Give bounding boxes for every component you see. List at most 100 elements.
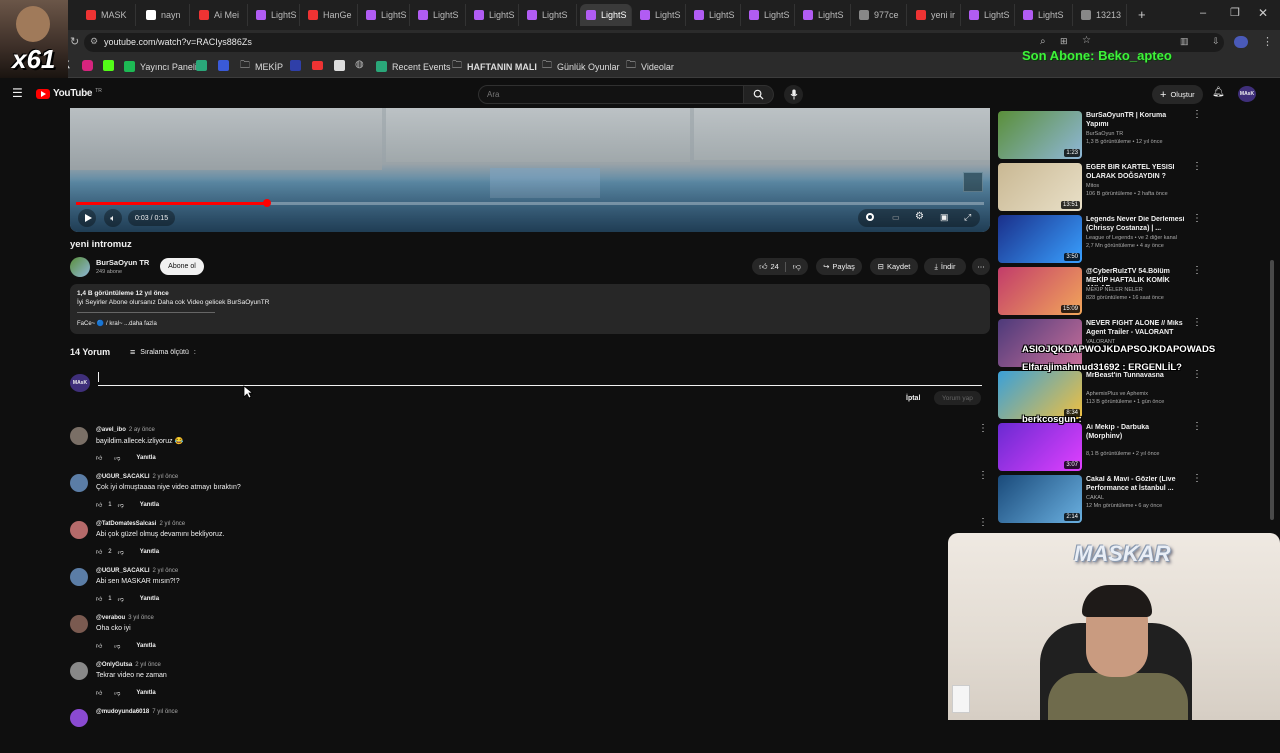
recommended-title[interactable]: NEVER FIGHT ALONE // Miks Agent Trailer …	[1086, 320, 1186, 337]
recommended-title[interactable]: BurSaOyunTR | Koruma Yapımı	[1086, 112, 1186, 129]
video-player[interactable]: 🔈︎ 0:03 / 0:15 ▭ ⚙ ▣ ⤢	[70, 108, 990, 232]
comment-author[interactable]: @OnlyGutsa	[96, 662, 132, 668]
close-window-button[interactable]: ✕	[1258, 6, 1268, 20]
recommended-title[interactable]: EĞER BİR KARTEL YESİSİ OLARAK DOĞSAYDIN …	[1086, 164, 1186, 181]
hamburger-menu-icon[interactable]: ☰	[12, 86, 23, 100]
comment-dislike-button[interactable]: 👎︎	[114, 454, 120, 462]
comment-author[interactable]: @avel_ibo	[96, 427, 126, 433]
fullscreen-icon[interactable]: ⤢	[964, 212, 971, 223]
recommended-video[interactable]: 3:07 Ai Mekip - Darbuka (Morphinv) 8,1 B g…	[998, 422, 1202, 473]
bookmark-app-icon[interactable]	[196, 60, 207, 71]
recommended-title[interactable]: @CyberRulzTV 54.Bölüm MEKİP HAFTALIK KOM…	[1086, 268, 1186, 286]
video-thumbnail[interactable]	[998, 319, 1082, 367]
reload-icon[interactable]: ↻	[70, 35, 79, 48]
globe-bookmark-icon[interactable]: ◍	[355, 59, 364, 70]
channel-avatar[interactable]	[70, 257, 90, 277]
reply-button[interactable]: Yanıtla	[136, 643, 155, 649]
browser-tab[interactable]: 13213	[1075, 4, 1127, 26]
sidebar-icon[interactable]: ▥	[1180, 36, 1189, 47]
recommendations-scrollbar[interactable]	[1270, 260, 1274, 520]
recommended-channel[interactable]: MEKİP NELER NELER	[1086, 287, 1194, 293]
recommended-channel[interactable]: AphemixPlus ve Aphemix	[1086, 391, 1194, 397]
image-bookmark-icon[interactable]	[334, 60, 345, 71]
browser-tab[interactable]: LightS	[634, 4, 686, 26]
zoom-icon[interactable]: ⌕	[1040, 36, 1046, 47]
notifications-bell-icon[interactable]: 🔔︎	[1212, 87, 1225, 98]
subtitles-icon[interactable]: ▭	[892, 213, 900, 222]
browser-tab[interactable]: 977ce	[853, 4, 907, 26]
comment-like-button[interactable]: 👍︎	[96, 642, 102, 650]
settings-gear-icon[interactable]: ⚙	[915, 211, 924, 222]
browser-tab[interactable]: MASK	[80, 4, 136, 26]
recommended-menu-icon[interactable]: ⋮	[1192, 318, 1202, 328]
browser-tab[interactable]: LightS	[250, 4, 300, 26]
dislike-button[interactable]: 👎︎	[789, 262, 801, 272]
reply-button[interactable]: Yanıtla	[140, 502, 159, 508]
new-tab-button[interactable]: +	[1138, 7, 1146, 22]
reply-button[interactable]: Yanıtla	[136, 455, 155, 461]
recommended-video[interactable]: 15:09 @CyberRulzTV 54.Bölüm MEKİP HAFTALI…	[998, 266, 1202, 317]
video-thumbnail[interactable]: 8:34	[998, 371, 1082, 419]
browser-tab[interactable]: LightS	[743, 4, 795, 26]
recommended-video[interactable]: 3:50 Legends Never Die Derlemesi (Chrissy…	[998, 214, 1202, 265]
recommended-channel[interactable]: BurSaOyun TR	[1086, 131, 1194, 137]
description-box[interactable]: 1,4 B görüntüleme 12 yıl önce İyi Seyirl…	[70, 284, 990, 334]
recommended-channel[interactable]: League of Legends • ve 2 diğer kanal	[1086, 235, 1194, 241]
bookmark-mekip[interactable]: 🗀 MEKİP	[240, 59, 283, 74]
recommended-video[interactable]: 13:51 EĞER BİR KARTEL YESİSİ OLARAK DOĞSA…	[998, 162, 1202, 213]
recommended-menu-icon[interactable]: ⋮	[1192, 370, 1202, 380]
recommended-channel[interactable]: Mitos	[1086, 183, 1194, 189]
bookmark-videolar[interactable]: 🗀 Videolar	[626, 59, 674, 74]
recommended-menu-icon[interactable]: ⋮	[1192, 162, 1202, 172]
reply-button[interactable]: Yanıtla	[140, 596, 159, 602]
save-button[interactable]: ⊟ Kaydet	[870, 258, 918, 275]
comment-dislike-button[interactable]: 👎︎	[118, 501, 124, 509]
site-info-icon[interactable]: ⚙	[90, 36, 98, 47]
like-button[interactable]: 👍︎ 24	[759, 261, 786, 272]
kick-bookmark-icon[interactable]	[103, 60, 114, 71]
recommended-video[interactable]: 1:23 BurSaOyunTR | Koruma Yapımı BurSaOyun…	[998, 110, 1202, 161]
bookmark-haftanin-mali[interactable]: 🗀 HAFTANIN MALI	[452, 59, 537, 74]
comment-like-button[interactable]: 👍︎	[96, 689, 102, 697]
recommended-title[interactable]: MrBeast'in Tunnavasna	[1086, 372, 1186, 381]
bookmark-star-icon[interactable]: ☆	[1082, 35, 1091, 46]
play-button[interactable]	[78, 209, 96, 227]
commenter-avatar[interactable]	[70, 709, 88, 727]
comment-author[interactable]: @UGUR_SACAKLI	[96, 568, 150, 574]
more-actions-button[interactable]: ⋯	[972, 258, 990, 275]
voice-search-button[interactable]	[784, 85, 803, 104]
recommended-title[interactable]: Ai Mekip - Darbuka (Morphinv)	[1086, 424, 1186, 441]
recommended-menu-icon[interactable]: ⋮	[1192, 474, 1202, 484]
create-button[interactable]: + Oluştur	[1152, 85, 1203, 104]
browser-tab[interactable]: LightS	[521, 4, 577, 26]
recommended-title[interactable]: Cakal & Mavi - Gözler (Live Performance …	[1086, 476, 1186, 493]
comment-dislike-button[interactable]: 👎︎	[118, 595, 124, 603]
reply-button[interactable]: Yanıtla	[136, 690, 155, 696]
recommended-menu-icon[interactable]: ⋮	[1192, 266, 1202, 276]
bookmark-site-icon[interactable]	[290, 60, 301, 71]
browser-tab[interactable]: LightS	[688, 4, 741, 26]
search-button[interactable]	[744, 85, 774, 104]
instagram-bookmark-icon[interactable]	[82, 60, 93, 71]
video-thumbnail[interactable]: 1:23	[998, 111, 1082, 159]
theater-mode-icon[interactable]: ▣	[940, 212, 949, 223]
recommended-channel[interactable]: CAKAL	[1086, 495, 1194, 501]
comment-author[interactable]: @verabou	[96, 615, 125, 621]
comment-menu-icon[interactable]: ⋮	[978, 471, 988, 481]
browser-tab[interactable]: LightS	[1017, 4, 1073, 26]
progress-scrubber[interactable]	[262, 199, 271, 207]
bookmark-yayinci-paneli[interactable]: Yayıncı Paneli	[124, 59, 197, 74]
recommended-menu-icon[interactable]: ⋮	[1192, 110, 1202, 120]
cancel-comment-button[interactable]: İptal	[900, 393, 926, 404]
comment-like-button[interactable]: 👍︎	[96, 595, 102, 603]
reply-button[interactable]: Yanıtla	[140, 549, 159, 555]
browser-tab[interactable]: LightS	[797, 4, 851, 26]
submit-comment-button[interactable]: Yorum yap	[934, 391, 981, 405]
comment-author[interactable]: @TatDomatesSalcasi	[96, 521, 156, 527]
bookmark-arrow-icon[interactable]	[218, 60, 229, 71]
browser-tab[interactable]: yeni ir	[910, 4, 961, 26]
commenter-avatar[interactable]	[70, 662, 88, 680]
comment-dislike-button[interactable]: 👎︎	[114, 689, 120, 697]
youtube-logo[interactable]: YouTube TR	[36, 88, 102, 99]
browser-tab[interactable]: LightS	[580, 4, 632, 26]
